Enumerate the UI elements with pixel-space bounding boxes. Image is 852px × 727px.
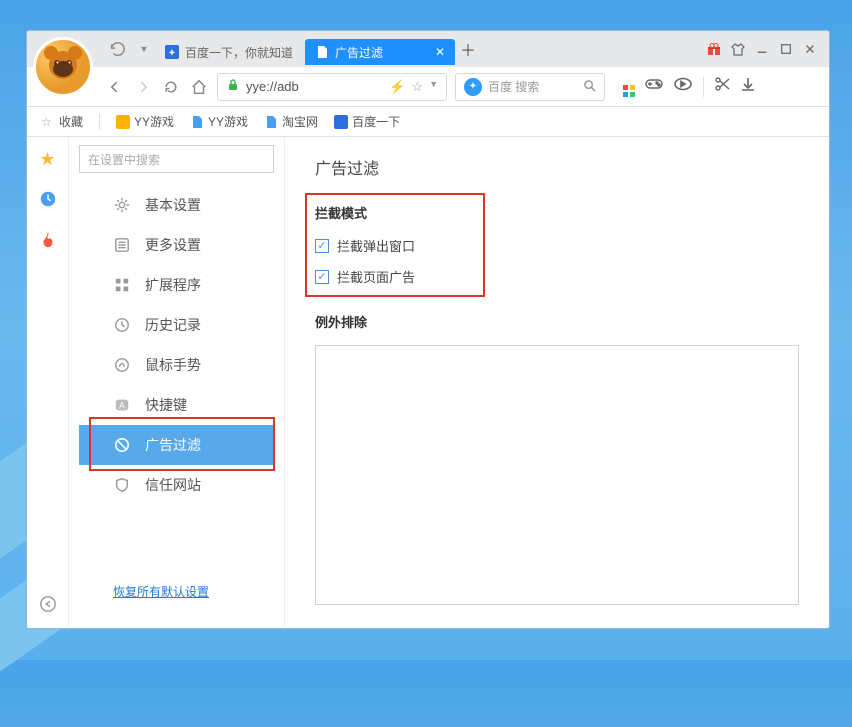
- address-bar[interactable]: yye://adb ⚡ ☆ ▼: [217, 73, 447, 101]
- star-tab-icon[interactable]: ★: [38, 149, 58, 169]
- gift-icon[interactable]: [707, 42, 721, 56]
- block-icon: [113, 436, 131, 454]
- browser-window: ▼ ✦ 百度一下，你就知道 广告过滤 ✕ ＋: [26, 30, 830, 629]
- lock-icon: [226, 78, 240, 95]
- svg-text:A: A: [119, 401, 125, 411]
- mouse-gesture-icon: [113, 356, 131, 374]
- gamepad-icon[interactable]: [645, 77, 663, 96]
- bookmark-yy1[interactable]: YY游戏: [116, 113, 174, 130]
- nav-shortcut[interactable]: A快捷键: [79, 385, 274, 425]
- checkbox-icon: ✓: [315, 239, 329, 253]
- shield-icon: [113, 476, 131, 494]
- nav-trust[interactable]: 信任网站: [79, 465, 274, 505]
- toolbar: yye://adb ⚡ ☆ ▼ ✦ 百度 搜索: [27, 67, 829, 107]
- reload-icon[interactable]: [161, 77, 181, 97]
- left-rail: ★: [27, 137, 69, 628]
- bookmark-yy2[interactable]: YY游戏: [190, 113, 248, 130]
- nav-mouse[interactable]: 鼠标手势: [79, 345, 274, 385]
- tab-bar: ▼ ✦ 百度一下，你就知道 广告过滤 ✕ ＋: [27, 31, 829, 67]
- close-window-icon[interactable]: [803, 42, 817, 56]
- tab-label: 广告过滤: [335, 44, 383, 61]
- svg-text:✦: ✦: [168, 48, 176, 59]
- home-icon[interactable]: [189, 77, 209, 97]
- addr-dropdown-icon[interactable]: ▼: [429, 79, 438, 95]
- search-box[interactable]: ✦ 百度 搜索: [455, 73, 605, 101]
- favorite-star-icon[interactable]: ☆: [411, 79, 423, 95]
- bookmark-taobao[interactable]: 淘宝网: [264, 113, 318, 130]
- close-tab-icon[interactable]: ✕: [435, 45, 445, 59]
- tab-baidu[interactable]: ✦ 百度一下，你就知道: [155, 39, 305, 65]
- profile-avatar[interactable]: [33, 37, 93, 97]
- undo-icon[interactable]: [107, 39, 127, 59]
- maximize-icon[interactable]: [779, 42, 793, 56]
- tab-label: 百度一下，你就知道: [185, 44, 293, 61]
- new-tab-button[interactable]: ＋: [455, 37, 481, 61]
- back-icon[interactable]: [105, 77, 125, 97]
- checkbox-popup[interactable]: ✓ 拦截弹出窗口: [315, 236, 799, 255]
- fire-tab-icon[interactable]: [38, 229, 58, 249]
- section-exceptions: 例外排除: [315, 312, 799, 331]
- forward-icon[interactable]: [133, 77, 153, 97]
- nav-basic[interactable]: 基本设置: [79, 185, 274, 225]
- baidu-search-icon: ✦: [464, 78, 482, 96]
- exit-icon[interactable]: [38, 594, 58, 614]
- keyboard-icon: A: [113, 396, 131, 414]
- scissors-icon[interactable]: [714, 76, 730, 97]
- skin-icon[interactable]: [731, 42, 745, 56]
- grid-icon: [113, 276, 131, 294]
- nav-more[interactable]: 更多设置: [79, 225, 274, 265]
- page-title: 广告过滤: [315, 155, 799, 179]
- bookmark-baidu[interactable]: 百度一下: [334, 113, 400, 130]
- tab-history-dropdown[interactable]: ▼: [139, 39, 149, 59]
- exceptions-list[interactable]: [315, 345, 799, 605]
- baidu-paw-icon: ✦: [165, 45, 179, 59]
- extensions-grid-icon[interactable]: [623, 77, 635, 97]
- page-icon: [315, 45, 329, 59]
- list-icon: [113, 236, 131, 254]
- settings-sidebar: 在设置中搜索 基本设置 更多设置 扩展程序 历史记录 鼠标手势 A快捷键 广告过…: [69, 137, 285, 628]
- gear-icon: [113, 196, 131, 214]
- settings-nav-list: 基本设置 更多设置 扩展程序 历史记录 鼠标手势 A快捷键 广告过滤 信任网站: [79, 185, 274, 505]
- minimize-icon[interactable]: [755, 42, 769, 56]
- window-controls: [707, 42, 829, 56]
- restore-defaults-link[interactable]: 恢复所有默认设置: [113, 583, 274, 600]
- bookmark-favorites[interactable]: ☆收藏: [41, 113, 83, 130]
- clock-tab-icon[interactable]: [38, 189, 58, 209]
- video-icon[interactable]: [673, 77, 693, 96]
- search-icon[interactable]: [583, 79, 596, 95]
- history-icon: [113, 316, 131, 334]
- settings-search-input[interactable]: 在设置中搜索: [79, 145, 274, 173]
- checkbox-page-ads[interactable]: ✓ 拦截页面广告: [315, 267, 799, 286]
- lightning-icon[interactable]: ⚡: [389, 79, 405, 95]
- nav-adblock[interactable]: 广告过滤: [79, 425, 274, 465]
- nav-ext[interactable]: 扩展程序: [79, 265, 274, 305]
- url-text: yye://adb: [246, 79, 299, 94]
- settings-content: 广告过滤 拦截模式 ✓ 拦截弹出窗口 ✓ 拦截页面广告 例外排除: [285, 137, 829, 628]
- download-icon[interactable]: [740, 76, 756, 97]
- tab-adblock[interactable]: 广告过滤 ✕: [305, 39, 455, 65]
- bookmark-bar: ☆收藏 YY游戏 YY游戏 淘宝网 百度一下: [27, 107, 829, 137]
- checkbox-icon: ✓: [315, 270, 329, 284]
- section-block-mode: 拦截模式: [315, 203, 799, 222]
- nav-history[interactable]: 历史记录: [79, 305, 274, 345]
- page-body: ★ 在设置中搜索 基本设置 更多设置 扩展程序 历史记录 鼠标手势 A快捷键 广…: [27, 137, 829, 628]
- search-placeholder: 百度 搜索: [488, 78, 539, 95]
